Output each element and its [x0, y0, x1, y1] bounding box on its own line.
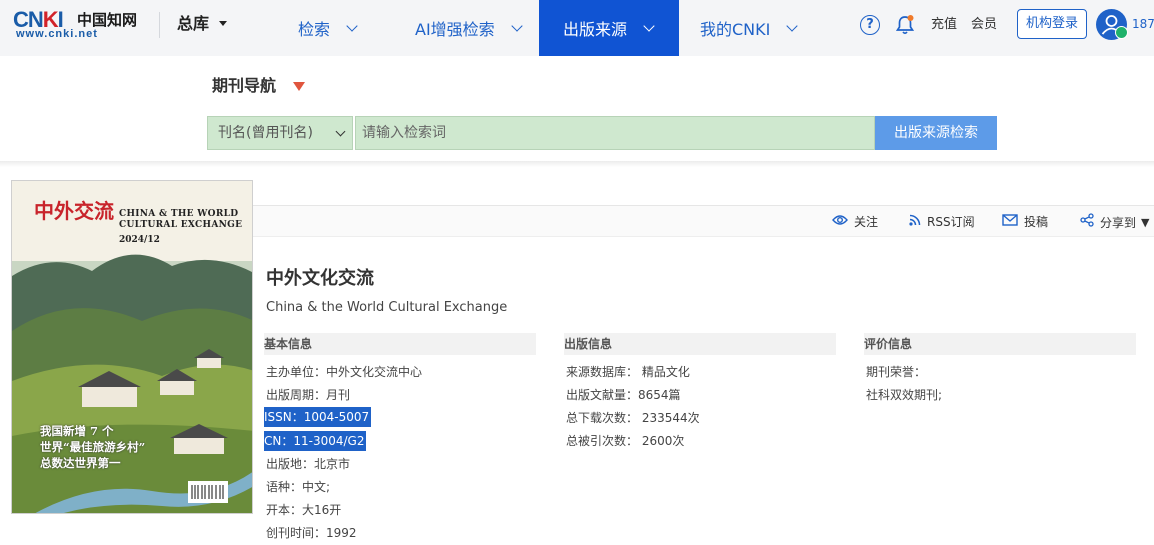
basic-info-heading: 基本信息 — [264, 333, 536, 355]
journal-english-title: China & the World Cultural Exchange — [266, 300, 508, 315]
cover-english-title: CHINA & THE WORLD CULTURAL EXCHANGE — [119, 209, 242, 231]
journal-honors-label: 期刊荣誉： — [866, 365, 927, 379]
cover-caption-line-3: 总数达世界第一 — [40, 456, 121, 470]
cover-caption: 我国新增 7 个 世界“最佳旅游乡村” 总数达世界第一 — [40, 423, 145, 471]
nav-search[interactable]: 检索 — [298, 0, 358, 56]
help-icon[interactable]: ? — [860, 15, 880, 35]
language: 语种：中文; — [266, 480, 331, 494]
founded-year: 创刊时间：1992 — [266, 526, 357, 540]
cover-caption-line-1: 我国新增 7 个 — [40, 424, 114, 438]
chevron-down-icon — [335, 126, 346, 137]
page-title: 期刊导航 — [212, 76, 277, 95]
database-selector[interactable]: 总库 — [177, 14, 228, 34]
follow-label: 关注 — [854, 215, 879, 229]
page-format: 开本：大16开 — [266, 503, 342, 517]
nav-my-cnki-label: 我的CNKI — [700, 20, 771, 39]
cover-english-title-line-2: CULTURAL EXCHANGE — [119, 220, 243, 230]
submit-manuscript-button[interactable]: 投稿 — [1002, 213, 1048, 230]
chevron-down-icon — [346, 19, 358, 32]
eye-icon — [832, 214, 848, 230]
cover-chinese-title: 中外交流 — [34, 199, 114, 223]
nav-publication-source-label: 出版来源 — [563, 20, 628, 39]
database-label: 总库 — [177, 14, 210, 33]
mail-icon — [1002, 213, 1018, 230]
nav-publication-source[interactable]: 出版来源 — [539, 0, 679, 56]
logo-chinese: 中国知网 — [77, 11, 138, 29]
rss-label: RSS订阅 — [927, 215, 975, 229]
publishing-info-heading: 出版信息 — [564, 333, 836, 355]
publishing-info-heading-label: 出版信息 — [564, 337, 613, 351]
recharge-link[interactable]: 充值 — [931, 17, 957, 33]
journal-title: 中外文化交流 — [266, 268, 374, 289]
source-database: 来源数据库： 精品文化 — [566, 365, 690, 379]
download-count: 总下载次数： 233544次 — [566, 411, 700, 425]
chevron-down-icon — [643, 19, 655, 32]
publication-search-button[interactable]: 出版来源检索 — [875, 116, 997, 150]
chevron-down-icon — [786, 19, 799, 32]
cn-number: CN：11-3004/G2 — [264, 431, 367, 451]
share-icon — [1080, 213, 1094, 231]
evaluation-info-heading-label: 评价信息 — [864, 337, 913, 351]
follow-button[interactable]: 关注 — [832, 213, 878, 230]
caret-down-icon — [219, 21, 228, 26]
journal-cover-image[interactable]: 中外交流 CHINA & THE WORLD CULTURAL EXCHANGE… — [11, 180, 253, 514]
search-field-value: 刊名(曾用刊名) — [218, 125, 313, 141]
nav-divider — [159, 12, 160, 38]
sponsor: 主办单位：中外文化交流中心 — [266, 365, 423, 379]
chevron-down-icon — [511, 19, 523, 32]
member-link[interactable]: 会员 — [971, 17, 997, 33]
cover-english-title-line-1: CHINA & THE WORLD — [119, 209, 239, 219]
citation-count: 总被引次数： 2600次 — [566, 434, 685, 448]
share-button[interactable]: 分享到 ▼ — [1080, 213, 1149, 231]
publication-frequency: 出版周期：月刊 — [266, 388, 351, 402]
evaluation-info-heading: 评价信息 — [864, 333, 1136, 355]
user-id: 187 — [1132, 17, 1154, 31]
journal-honors-value: 社科双效期刊; — [866, 388, 943, 402]
nav-ai-search-label: AI增强检索 — [415, 20, 495, 39]
search-field-select[interactable]: 刊名(曾用刊名) — [207, 116, 353, 150]
rss-icon — [909, 214, 921, 230]
search-input[interactable] — [355, 116, 875, 150]
publication-location: 出版地：北京市 — [266, 457, 351, 471]
cnki-logo[interactable]: CNKI 中国知网 www.cnki.net — [13, 8, 143, 41]
article-count: 出版文献量：8654篇 — [566, 388, 681, 402]
share-label: 分享到 — [1100, 215, 1137, 230]
submit-label: 投稿 — [1024, 215, 1049, 229]
cover-issue: 2024/12 — [119, 235, 160, 245]
issn: ISSN：1004-5007 — [264, 407, 372, 427]
nav-ai-search[interactable]: AI增强检索 — [415, 0, 523, 56]
caret-down-icon: ▼ — [1141, 215, 1150, 229]
triangle-down-icon[interactable] — [293, 82, 305, 91]
basic-info-heading-label: 基本信息 — [264, 337, 313, 351]
bell-icon[interactable] — [895, 14, 915, 36]
nav-search-label: 检索 — [298, 20, 331, 39]
institution-login-button[interactable]: 机构登录 — [1017, 9, 1087, 39]
verified-check-icon — [1115, 26, 1128, 39]
cover-caption-line-2: 世界“最佳旅游乡村” — [40, 440, 146, 454]
logo-url: www.cnki.net — [16, 28, 98, 40]
nav-my-cnki[interactable]: 我的CNKI — [700, 0, 799, 56]
rss-subscribe-button[interactable]: RSS订阅 — [909, 213, 975, 230]
